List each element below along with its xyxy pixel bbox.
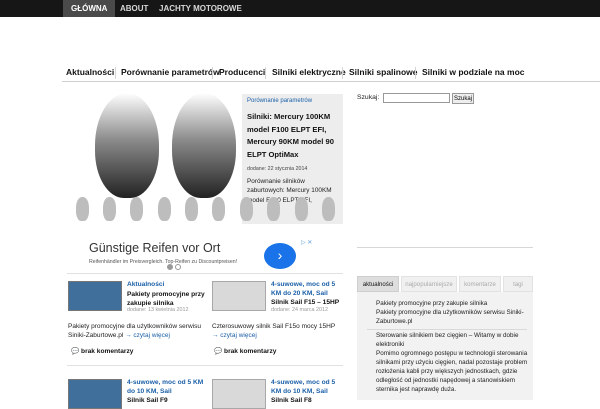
catnav-divider — [342, 67, 343, 79]
post-category[interactable]: 4-suwowe, moc od 5 KM do 10 KM, Sail — [271, 378, 343, 397]
slider-thumb[interactable] — [103, 197, 116, 221]
slider-thumb[interactable] — [76, 197, 89, 221]
tab-najpopularniejsze[interactable]: najpopularniejsze — [401, 276, 457, 292]
read-more-link[interactable]: → czytaj więcej — [125, 332, 170, 339]
featured-title[interactable]: Silniki: Mercury 100KM model F100 ELPT E… — [247, 111, 338, 161]
tab-komentarze[interactable]: komentarze — [459, 276, 501, 292]
pagination-dot[interactable] — [167, 264, 173, 270]
ad-subline: Reifenhändler im Preisvergleich. Top-Rei… — [89, 259, 238, 265]
post-thumbnail[interactable] — [68, 379, 122, 409]
post-excerpt: Czterosuwowy silnik Sail F15o mocy 15HP … — [212, 322, 343, 341]
catnav-item-producenci[interactable]: Producenci — [219, 64, 265, 82]
post-category[interactable]: 4-suwowe, moc od 5 KM do 10 KM, Sail — [127, 378, 207, 397]
divider — [67, 365, 343, 366]
slider-thumb[interactable] — [130, 197, 143, 221]
pagination-dot[interactable] — [175, 264, 181, 270]
post-title[interactable]: Silnik Sail F8 — [271, 396, 343, 405]
tab-aktualnosci[interactable]: aktualności — [357, 276, 399, 292]
sidebar-tabs: aktualności najpopularniejsze komentarze… — [357, 276, 533, 292]
slider-thumb[interactable] — [295, 197, 308, 221]
sidebar-post-excerpt: Pomimo ogromnego postępu w technologii s… — [376, 350, 528, 393]
slider-thumb[interactable] — [322, 197, 335, 221]
post-thumbnail[interactable] — [212, 379, 266, 409]
top-navigation-bar: GŁÓWNA ABOUT JACHTY MOTOROWE — [0, 0, 600, 17]
catnav-item-aktualnosci[interactable]: Aktualności — [66, 64, 114, 82]
post-category[interactable]: Aktualności — [127, 280, 207, 289]
post-date: dodane: 24 marca 2012 — [271, 307, 328, 313]
catnav-divider — [415, 67, 416, 79]
divider — [367, 329, 527, 330]
topnav-item-about[interactable]: ABOUT — [112, 0, 156, 17]
catnav-divider — [265, 67, 266, 79]
head-silhouette-left — [95, 93, 159, 198]
slider-thumb[interactable] — [158, 197, 171, 221]
search-button[interactable]: Szukaj — [452, 93, 474, 104]
adchoices-icon[interactable]: ▷ ✕ — [301, 239, 312, 246]
slider-thumb[interactable] — [267, 197, 280, 221]
ad-headline[interactable]: Günstige Reifen vor Ort — [89, 241, 220, 255]
divider — [67, 273, 343, 274]
topnav-item-jachty-motorowe[interactable]: JACHTY MOTOROWE — [151, 0, 250, 17]
tab-tagi[interactable]: tagi — [503, 276, 533, 292]
comments-link[interactable]: 💬 brak komentarzy — [214, 347, 276, 355]
topnav-item-glowna[interactable]: GŁÓWNA — [63, 0, 116, 17]
category-navigation: Aktualności Porównanie parametrów Produc… — [62, 64, 600, 82]
catnav-item-silniki-spalinowe[interactable]: Silniki spalinowe — [349, 64, 418, 82]
search-input[interactable] — [383, 93, 450, 103]
sidebar-post-title[interactable]: Sterowanie silnikiem bez cięgien – Witam… — [357, 332, 533, 350]
post-title[interactable]: Pakiety promocyjne przy zakupie silnika — [127, 290, 211, 309]
slider-thumbnails — [70, 197, 343, 227]
post-category[interactable]: 4-suwowe, moc od 5 KM do 20 KM, Sail — [271, 280, 343, 299]
catnav-item-silniki-moc[interactable]: Silniki w podziale na moc — [422, 64, 525, 82]
catnav-divider — [212, 67, 213, 79]
post-title[interactable]: Silnik Sail F9 — [127, 396, 207, 405]
slider-thumb[interactable] — [212, 197, 225, 221]
ad-arrow-button[interactable]: › — [264, 243, 296, 269]
ad-banner[interactable]: Günstige Reifen vor Ort Reifenhändler im… — [67, 239, 343, 275]
read-more-link[interactable]: → czytaj więcej — [212, 332, 257, 339]
head-silhouette-right — [172, 93, 236, 198]
post-excerpt-text: Czterosuwowy silnik Sail F15o mocy 15HP — [212, 323, 336, 330]
catnav-divider — [115, 67, 116, 79]
comments-count: brak komentarzy — [224, 348, 277, 355]
post-title[interactable]: Silnik Sail F15 – 15HP — [271, 298, 343, 307]
comments-link[interactable]: 💬 brak komentarzy — [71, 347, 133, 355]
post-date: dodane: 13 kwietnia 2012 — [127, 307, 189, 313]
catnav-item-silniki-elektryczne[interactable]: Silniki elektryczne — [272, 64, 346, 82]
slider-thumb[interactable] — [240, 197, 253, 221]
featured-category-link[interactable]: Porównanie parametrów — [247, 98, 338, 104]
sidebar-tab-panel: Pakiety promocyjne przy zakupie silnika … — [357, 292, 533, 400]
sidebar-post-title[interactable]: Pakiety promocyjne przy zakupie silnika — [357, 300, 533, 309]
slider-thumb[interactable] — [185, 197, 198, 221]
post-excerpt: Pakiety promocyjne dla użytkowników serw… — [68, 322, 204, 341]
comments-count: brak komentarzy — [81, 348, 134, 355]
featured-date: dodane: 22 stycznia 2014 — [247, 166, 308, 172]
search-label: Szukaj: — [357, 94, 380, 101]
catnav-item-porownanie[interactable]: Porównanie parametrów — [121, 64, 220, 82]
post-thumbnail[interactable] — [68, 281, 122, 311]
sidebar-post-excerpt: Pakiety promocyjne dla użytkowników serw… — [376, 309, 524, 325]
post-thumbnail[interactable] — [212, 281, 266, 311]
sidebar-divider — [357, 247, 533, 248]
